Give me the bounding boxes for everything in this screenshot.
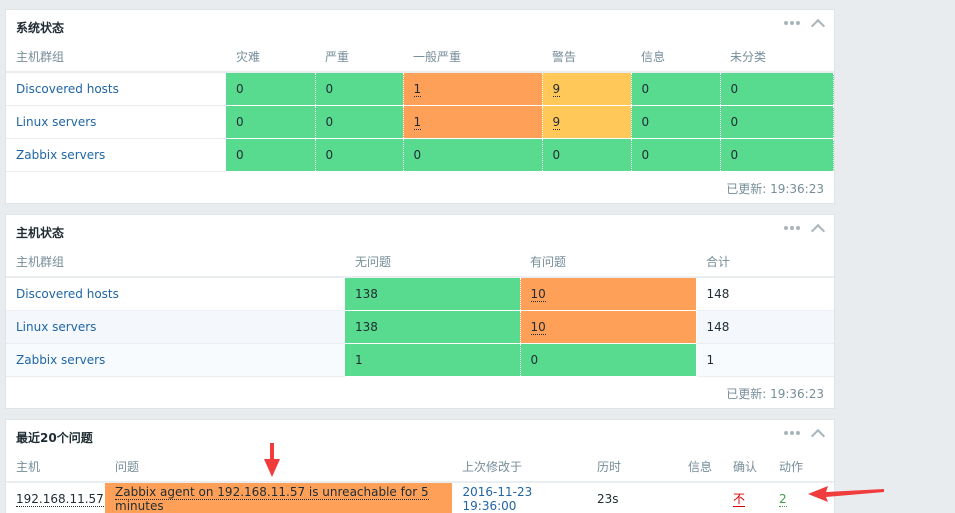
- annotation-arrow-down-icon: [264, 443, 280, 477]
- table-row: Discovered hosts 138 10 148: [6, 277, 834, 311]
- col-header: 确认: [723, 452, 769, 483]
- info-count: 0: [631, 72, 721, 106]
- last-issues-widget: 最近20个问题 主机 问题 上次修改于 历时 信息 确认 动作 192.168.…: [5, 419, 835, 513]
- widget-title: 系统状态: [16, 21, 65, 35]
- ack-link[interactable]: 不: [733, 492, 746, 508]
- last-change-link[interactable]: 2016-11-23 19:36:00: [452, 482, 587, 513]
- col-header: 主机: [6, 452, 105, 483]
- average-count[interactable]: 1: [413, 81, 422, 97]
- system-status-table: 主机群组 灾难 严重 一般严重 警告 信息 未分类 Discovered hos…: [6, 42, 834, 172]
- col-header: 信息: [678, 452, 723, 483]
- table-row: Zabbix servers 1 0 1: [6, 343, 834, 377]
- col-header: 警告: [542, 42, 631, 73]
- total-count: 148: [696, 310, 834, 344]
- problem-count[interactable]: 10: [530, 319, 546, 335]
- warning-count: 0: [542, 138, 632, 172]
- widget-title: 主机状态: [16, 226, 65, 240]
- last-updated: 已更新: 19:36:23: [726, 386, 824, 401]
- warning-count[interactable]: 9: [552, 114, 561, 130]
- disaster-count: 0: [226, 138, 316, 172]
- col-header: 上次修改于: [452, 452, 587, 483]
- info-count: 0: [631, 105, 721, 139]
- last-updated: 已更新: 19:36:23: [726, 181, 824, 196]
- more-options-icon[interactable]: [784, 226, 800, 230]
- issues-table: 主机 问题 上次修改于 历时 信息 确认 动作 192.168.11.57 Za…: [6, 452, 834, 513]
- widget-header: 系统状态: [6, 10, 834, 42]
- ok-count: 1: [345, 343, 521, 377]
- ok-count: 138: [345, 310, 521, 344]
- actions-link[interactable]: 2: [779, 491, 787, 507]
- unclassified-count: 0: [720, 105, 834, 139]
- host-group-link[interactable]: Zabbix servers: [6, 343, 345, 377]
- widget-header: 主机状态: [6, 215, 834, 247]
- total-count: 1: [696, 343, 834, 377]
- table-row: Linux servers 0 0 1 9 0 0: [6, 105, 834, 139]
- age: 23s: [587, 482, 678, 513]
- col-header: 一般严重: [403, 42, 542, 73]
- col-header: 未分类: [720, 42, 834, 73]
- unclassified-count: 0: [720, 72, 834, 106]
- host-status-table: 主机群组 无问题 有问题 合计 Discovered hosts 138 10 …: [6, 247, 834, 377]
- collapse-chevron-icon[interactable]: [810, 221, 824, 235]
- system-status-widget: 系统状态 主机群组 灾难 严重 一般严重 警告 信息 未分类 Discovere…: [5, 9, 835, 204]
- issue-link[interactable]: Zabbix agent on 192.168.11.57 is unreach…: [115, 484, 429, 513]
- total-count: 148: [696, 277, 834, 311]
- table-row: Linux servers 138 10 148: [6, 310, 834, 344]
- annotation-arrow-left-icon: [808, 486, 884, 502]
- col-header: 动作: [769, 452, 834, 483]
- host-status-widget: 主机状态 主机群组 无问题 有问题 合计 Discovered hosts 13…: [5, 214, 835, 409]
- widget-title: 最近20个问题: [16, 431, 93, 445]
- info-count: 0: [631, 138, 721, 172]
- col-header: 灾难: [226, 42, 315, 73]
- col-header: 主机群组: [6, 247, 345, 278]
- average-count[interactable]: 1: [413, 114, 422, 130]
- table-row: 192.168.11.57 Zabbix agent on 192.168.11…: [6, 482, 834, 513]
- host-group-link[interactable]: Linux servers: [6, 310, 345, 344]
- more-options-icon[interactable]: [784, 431, 800, 435]
- host-link[interactable]: 192.168.11.57: [16, 491, 104, 507]
- col-header: 严重: [315, 42, 403, 73]
- ok-count: 138: [345, 277, 521, 311]
- average-count: 0: [403, 138, 543, 172]
- disaster-count: 0: [226, 105, 316, 139]
- col-header: 有问题: [520, 247, 696, 278]
- high-count: 0: [315, 138, 404, 172]
- host-group-link[interactable]: Discovered hosts: [6, 277, 345, 311]
- problem-count[interactable]: 10: [530, 286, 546, 302]
- info: [678, 482, 723, 513]
- more-options-icon[interactable]: [784, 21, 800, 25]
- table-row: Zabbix servers 0 0 0 0 0 0: [6, 138, 834, 172]
- col-header: 主机群组: [6, 42, 226, 73]
- col-header: 信息: [631, 42, 720, 73]
- table-row: Discovered hosts 0 0 1 9 0 0: [6, 72, 834, 106]
- unclassified-count: 0: [720, 138, 834, 172]
- high-count: 0: [315, 105, 404, 139]
- col-header: 合计: [696, 247, 834, 278]
- col-header: 无问题: [345, 247, 520, 278]
- host-group-link[interactable]: Discovered hosts: [6, 72, 226, 106]
- host-group-link[interactable]: Linux servers: [6, 105, 226, 139]
- collapse-chevron-icon[interactable]: [810, 426, 824, 440]
- host-group-link[interactable]: Zabbix servers: [6, 138, 226, 172]
- warning-count[interactable]: 9: [552, 81, 561, 97]
- disaster-count: 0: [226, 72, 316, 106]
- high-count: 0: [315, 72, 404, 106]
- collapse-chevron-icon[interactable]: [810, 16, 824, 30]
- problem-count: 0: [520, 343, 697, 377]
- col-header: 历时: [587, 452, 678, 483]
- widget-header: 最近20个问题: [6, 420, 834, 452]
